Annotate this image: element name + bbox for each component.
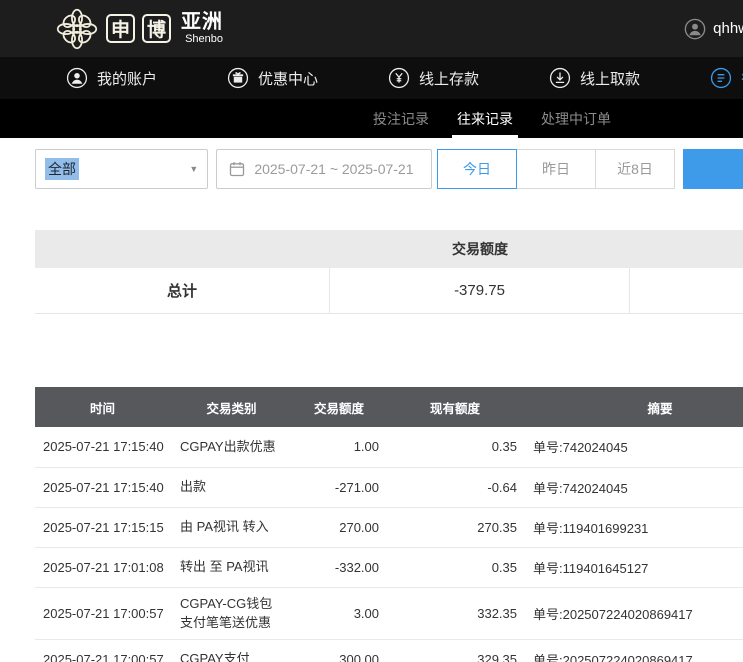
brand-char-2: 博 <box>142 14 171 43</box>
tab-processing-orders[interactable]: 处理中订单 <box>536 99 616 138</box>
cell-time: 2025-07-21 17:15:40 <box>35 467 170 507</box>
last-8-days-button[interactable]: 近8日 <box>595 149 675 189</box>
user-avatar-icon <box>684 18 706 40</box>
col-header-type: 交易类别 <box>170 387 293 427</box>
cell-time: 2025-07-21 17:01:08 <box>35 547 170 587</box>
brand-logo[interactable]: 申 博 亚洲 Shenbo <box>55 7 223 51</box>
cell-amount: 270.00 <box>293 507 385 547</box>
nav-item-deposit[interactable]: 线上存款 <box>388 67 479 89</box>
col-header-time: 时间 <box>35 387 170 427</box>
table-row: 2025-07-21 17:01:08 转出 至 PA视讯 -332.00 0.… <box>35 547 743 587</box>
nav-label: 线上取款 <box>580 68 640 89</box>
col-header-balance: 现有额度 <box>385 387 525 427</box>
summary-empty-cell <box>630 268 743 313</box>
today-button[interactable]: 今日 <box>437 149 517 189</box>
cell-balance: 0.35 <box>385 547 525 587</box>
cell-balance: 0.35 <box>385 427 525 467</box>
calendar-icon <box>229 161 245 177</box>
yesterday-button[interactable]: 昨日 <box>516 149 596 189</box>
type-select-value: 全部 <box>45 158 79 180</box>
filter-row: 全部 ▼ 2025-07-21 ~ 2025-07-21 今日 昨日 近8日 <box>35 149 743 189</box>
main-nav: 我的账户 优惠中心 线上存款 线上取款 往来记录 <box>0 57 743 99</box>
sub-tab-bar: 投注记录 往来记录 处理中订单 <box>0 99 743 138</box>
table-row: 2025-07-21 17:15:15 由 PA视讯 转入 270.00 270… <box>35 507 743 547</box>
user-account[interactable]: qhhw <box>684 18 743 40</box>
cell-type: CGPAY支付 <box>170 639 293 662</box>
cell-memo: 单号:742024045 <box>525 467 743 507</box>
cell-balance: 270.35 <box>385 507 525 547</box>
table-row: 2025-07-21 17:00:57 CGPAY-CG钱包支付笔笔送优惠 3.… <box>35 587 743 639</box>
withdraw-icon <box>549 67 571 89</box>
col-header-memo: 摘要 <box>525 387 743 427</box>
summary-total-value: -379.75 <box>330 268 630 313</box>
summary-table: 交易额度 总计 -379.75 <box>35 230 743 314</box>
chevron-down-icon: ▼ <box>189 164 198 174</box>
records-table: 时间 交易类别 交易额度 现有额度 摘要 2025-07-21 17:15:40… <box>35 387 743 662</box>
nav-label: 我的账户 <box>97 68 157 89</box>
cell-time: 2025-07-21 17:00:57 <box>35 587 170 639</box>
cell-balance: 329.35 <box>385 639 525 662</box>
nav-item-my-account[interactable]: 我的账户 <box>66 67 157 89</box>
deposit-icon <box>388 67 410 89</box>
cell-amount: -332.00 <box>293 547 385 587</box>
cell-type: 转出 至 PA视讯 <box>170 547 293 587</box>
quick-date-buttons: 今日 昨日 近8日 <box>437 149 675 189</box>
cell-memo: 单号:742024045 <box>525 427 743 467</box>
summary-amount-header: 交易额度 <box>330 239 630 259</box>
type-select[interactable]: 全部 ▼ <box>35 149 208 189</box>
records-icon <box>710 67 732 89</box>
search-button[interactable] <box>683 149 743 189</box>
table-row: 2025-07-21 17:15:40 出款 -271.00 -0.64 单号:… <box>35 467 743 507</box>
nav-item-withdraw[interactable]: 线上取款 <box>549 67 640 89</box>
nav-item-promotions[interactable]: 优惠中心 <box>227 67 318 89</box>
summary-header: 交易额度 <box>35 230 743 268</box>
summary-total-label: 总计 <box>35 268 330 313</box>
brand-char-1: 申 <box>106 14 135 43</box>
brand-region: 亚洲 <box>181 12 223 32</box>
account-icon <box>66 67 88 89</box>
col-header-amount: 交易额度 <box>293 387 385 427</box>
cell-type: 出款 <box>170 467 293 507</box>
table-row: 2025-07-21 17:15:40 CGPAY出款优惠 1.00 0.35 … <box>35 427 743 467</box>
table-row: 2025-07-21 17:00:57 CGPAY支付 300.00 329.3… <box>35 639 743 662</box>
date-range-input[interactable]: 2025-07-21 ~ 2025-07-21 <box>216 149 432 189</box>
nav-label: 优惠中心 <box>258 68 318 89</box>
cell-amount: 1.00 <box>293 427 385 467</box>
tab-betting-records[interactable]: 投注记录 <box>368 99 434 138</box>
cell-time: 2025-07-21 17:00:57 <box>35 639 170 662</box>
cell-balance: -0.64 <box>385 467 525 507</box>
date-range-value: 2025-07-21 ~ 2025-07-21 <box>254 161 413 177</box>
cell-amount: -271.00 <box>293 467 385 507</box>
nav-label: 线上存款 <box>419 68 479 89</box>
cell-type: 由 PA视讯 转入 <box>170 507 293 547</box>
cell-type: CGPAY出款优惠 <box>170 427 293 467</box>
cell-memo: 单号:119401645127 <box>525 547 743 587</box>
cell-amount: 3.00 <box>293 587 385 639</box>
tab-transaction-records[interactable]: 往来记录 <box>452 99 518 138</box>
records-header-row: 时间 交易类别 交易额度 现有额度 摘要 <box>35 387 743 427</box>
lotus-logo-icon <box>55 7 99 51</box>
cell-time: 2025-07-21 17:15:40 <box>35 427 170 467</box>
cell-type: CGPAY-CG钱包支付笔笔送优惠 <box>170 587 293 639</box>
nav-item-transaction-records[interactable]: 往来记录 <box>710 67 743 89</box>
brand-subtitle: Shenbo <box>185 34 223 45</box>
summary-total-row: 总计 -379.75 <box>35 268 743 314</box>
top-header: 申 博 亚洲 Shenbo qhhw <box>0 0 743 57</box>
username: qhhw <box>713 20 743 37</box>
cell-time: 2025-07-21 17:15:15 <box>35 507 170 547</box>
cell-balance: 332.35 <box>385 587 525 639</box>
cell-memo: 单号:202507224020869417 <box>525 587 743 639</box>
cell-memo: 单号:202507224020869417 <box>525 639 743 662</box>
promo-icon <box>227 67 249 89</box>
cell-memo: 单号:119401699231 <box>525 507 743 547</box>
cell-amount: 300.00 <box>293 639 385 662</box>
